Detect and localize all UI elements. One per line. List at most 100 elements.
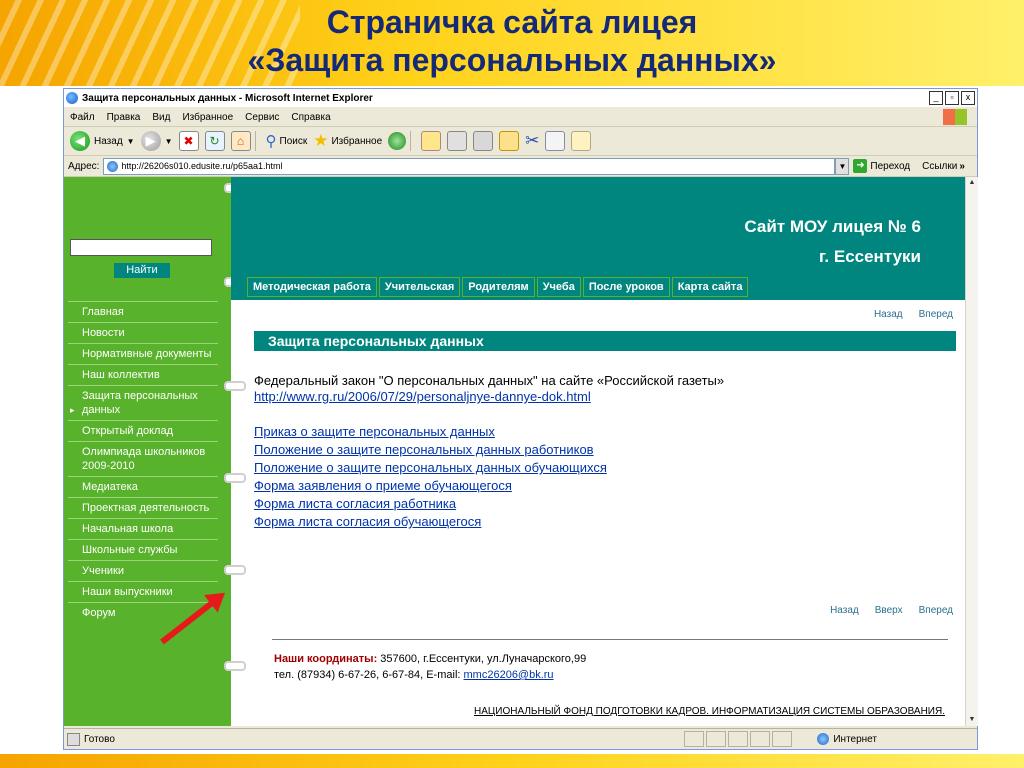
- menu-edit[interactable]: Правка: [107, 112, 141, 123]
- search-button[interactable]: ⚲ Поиск: [266, 132, 308, 150]
- slide-header: Страничка сайта лицея «Защита персональн…: [0, 0, 1024, 86]
- status-text: Готово: [84, 733, 115, 745]
- sidebar-item-media[interactable]: Медиатека: [68, 476, 218, 497]
- stop-icon[interactable]: ✖: [178, 131, 199, 151]
- chevron-right-icon[interactable]: »: [959, 161, 965, 172]
- sidebar-item-students[interactable]: Ученики: [68, 560, 218, 581]
- address-bar: Адрес: http://26206s010.edusite.ru/p65aa…: [64, 156, 977, 177]
- sidebar-item-services[interactable]: Школьные службы: [68, 539, 218, 560]
- links-button[interactable]: Ссылки: [922, 161, 957, 172]
- window-title: Защита персональных данных - Microsoft I…: [82, 92, 373, 104]
- scroll-down-icon[interactable]: ▼: [967, 715, 977, 725]
- menu-tools[interactable]: Сервис: [245, 112, 279, 123]
- email-link[interactable]: mmc26206@bk.ru: [464, 669, 554, 681]
- law-link[interactable]: http://www.rg.ru/2006/07/29/personaljnye…: [254, 389, 591, 404]
- address-dropdown-button[interactable]: ▼: [835, 157, 850, 175]
- refresh-icon[interactable]: ↻: [204, 131, 225, 151]
- footer-divider: [272, 639, 948, 640]
- print-icon[interactable]: [447, 131, 468, 151]
- menu-bar: Файл Правка Вид Избранное Сервис Справка: [64, 108, 977, 127]
- site-sidebar: Найти Главная Новости Нормативные докуме…: [64, 177, 231, 726]
- nav-forward-link[interactable]: Вперед: [919, 309, 953, 320]
- doc-link-student-consent[interactable]: Форма листа согласия обучающегося: [254, 514, 481, 529]
- go-button[interactable]: ➜ Переход: [853, 159, 910, 173]
- forward-button[interactable]: ▶ ▼: [140, 131, 173, 151]
- topnav-sitemap[interactable]: Карта сайта: [671, 277, 749, 297]
- address-label: Адрес:: [68, 160, 100, 172]
- doc-link-students[interactable]: Положение о защите персональных данных о…: [254, 460, 607, 475]
- site-search-input[interactable]: [70, 239, 212, 256]
- back-button[interactable]: ◀ Назад ▼: [70, 131, 135, 151]
- star-icon: ★: [313, 131, 329, 150]
- sidebar-item-news[interactable]: Новости: [68, 322, 218, 343]
- sidebar-item-home[interactable]: Главная: [68, 301, 218, 322]
- law-text: Федеральный закон "О персональных данных…: [254, 373, 725, 388]
- maximize-button[interactable]: ▫: [945, 91, 959, 105]
- nav-up-link[interactable]: Вверх: [875, 605, 903, 616]
- close-button[interactable]: x: [961, 91, 975, 105]
- coords-text: 357600, г.Ессентуки, ул.Луначарского,99: [377, 653, 587, 665]
- toolbar: ◀ Назад ▼ ▶ ▼ ✖ ↻ ⌂ ⚲ Поиск ★ Избранное …: [64, 127, 977, 156]
- topnav-after-school[interactable]: После уроков: [582, 277, 670, 297]
- documents-list: Приказ о защите персональных данных Поло…: [254, 423, 954, 531]
- menu-help[interactable]: Справка: [291, 112, 330, 123]
- sidebar-item-report[interactable]: Открытый доклад: [68, 420, 218, 441]
- sidebar-item-data-protection[interactable]: Защита персональных данных: [68, 385, 218, 420]
- address-input[interactable]: http://26206s010.edusite.ru/p65aa1.html: [103, 157, 836, 175]
- doc-link-order[interactable]: Приказ о защите персональных данных: [254, 424, 495, 439]
- window-controls: _ ▫ x: [929, 91, 975, 105]
- media-icon[interactable]: [388, 132, 407, 150]
- ie-icon: [66, 92, 78, 104]
- spiral-decoration: [224, 661, 246, 671]
- slide-title-line1: Страничка сайта лицея: [326, 4, 698, 40]
- doc-link-worker-consent[interactable]: Форма листа согласия работника: [254, 496, 456, 511]
- zone-text: Интернет: [833, 733, 877, 745]
- menu-favorites[interactable]: Избранное: [182, 112, 233, 123]
- topnav-study[interactable]: Учеба: [536, 277, 581, 297]
- sidebar-item-projects[interactable]: Проектная деятельность: [68, 497, 218, 518]
- fund-link[interactable]: НАЦИОНАЛЬНЫЙ ФОНД ПОДГОТОВКИ КАДРОВ. ИНФ…: [474, 706, 945, 717]
- minimize-button[interactable]: _: [929, 91, 943, 105]
- toolbar-separator: [254, 131, 256, 151]
- dropdown-arrow-icon: ▼: [126, 136, 135, 146]
- home-icon[interactable]: ⌂: [230, 131, 251, 151]
- vertical-scrollbar[interactable]: ▲ ▼: [965, 177, 978, 726]
- go-label: Переход: [870, 160, 911, 172]
- security-zone: Интернет: [817, 733, 877, 745]
- paste-icon[interactable]: [571, 131, 592, 151]
- cut-icon[interactable]: ✂: [525, 131, 539, 151]
- page-viewport: Найти Главная Новости Нормативные докуме…: [64, 177, 965, 726]
- sidebar-item-primary[interactable]: Начальная школа: [68, 518, 218, 539]
- search-icon: ⚲: [265, 133, 277, 150]
- dropdown-arrow-icon: ▼: [164, 136, 173, 146]
- sidebar-item-staff[interactable]: Наш коллектив: [68, 364, 218, 385]
- page-status-icon: [67, 732, 80, 746]
- sidebar-item-alumni[interactable]: Наши выпускники: [68, 581, 218, 602]
- phone-text: тел. (87934) 6-67-26, 6-67-84, E-mail:: [274, 669, 464, 681]
- mail-icon[interactable]: [421, 131, 442, 151]
- site-city: г. Ессентуки: [819, 247, 921, 266]
- topnav-teachers[interactable]: Учительская: [378, 277, 461, 297]
- folder-icon[interactable]: [499, 131, 520, 151]
- doc-link-admission-form[interactable]: Форма заявления о приеме обучающегося: [254, 478, 512, 493]
- menu-file[interactable]: Файл: [70, 112, 95, 123]
- sidebar-item-olympiad[interactable]: Олимпиада школьников 2009-2010: [68, 441, 218, 476]
- nav-back-link[interactable]: Назад: [874, 309, 903, 320]
- globe-icon: [817, 733, 830, 745]
- copy-icon[interactable]: [545, 131, 566, 151]
- spiral-decoration: [224, 381, 246, 391]
- spiral-decoration: [224, 473, 246, 483]
- status-panes: [684, 731, 792, 747]
- nav-forward-link[interactable]: Вперед: [919, 605, 953, 616]
- topnav-parents[interactable]: Родителям: [462, 277, 535, 297]
- browser-window: Защита персональных данных - Microsoft I…: [63, 88, 978, 750]
- topnav-methodical[interactable]: Методическая работа: [247, 277, 377, 297]
- doc-link-workers[interactable]: Положение о защите персональных данных р…: [254, 442, 594, 457]
- menu-view[interactable]: Вид: [152, 112, 170, 123]
- sidebar-item-docs[interactable]: Нормативные документы: [68, 343, 218, 364]
- nav-back-link[interactable]: Назад: [830, 605, 859, 616]
- favorites-button[interactable]: ★ Избранное: [313, 131, 382, 151]
- site-search-button[interactable]: Найти: [114, 263, 170, 278]
- edit-icon[interactable]: [473, 131, 494, 151]
- scroll-up-icon[interactable]: ▲: [967, 178, 977, 188]
